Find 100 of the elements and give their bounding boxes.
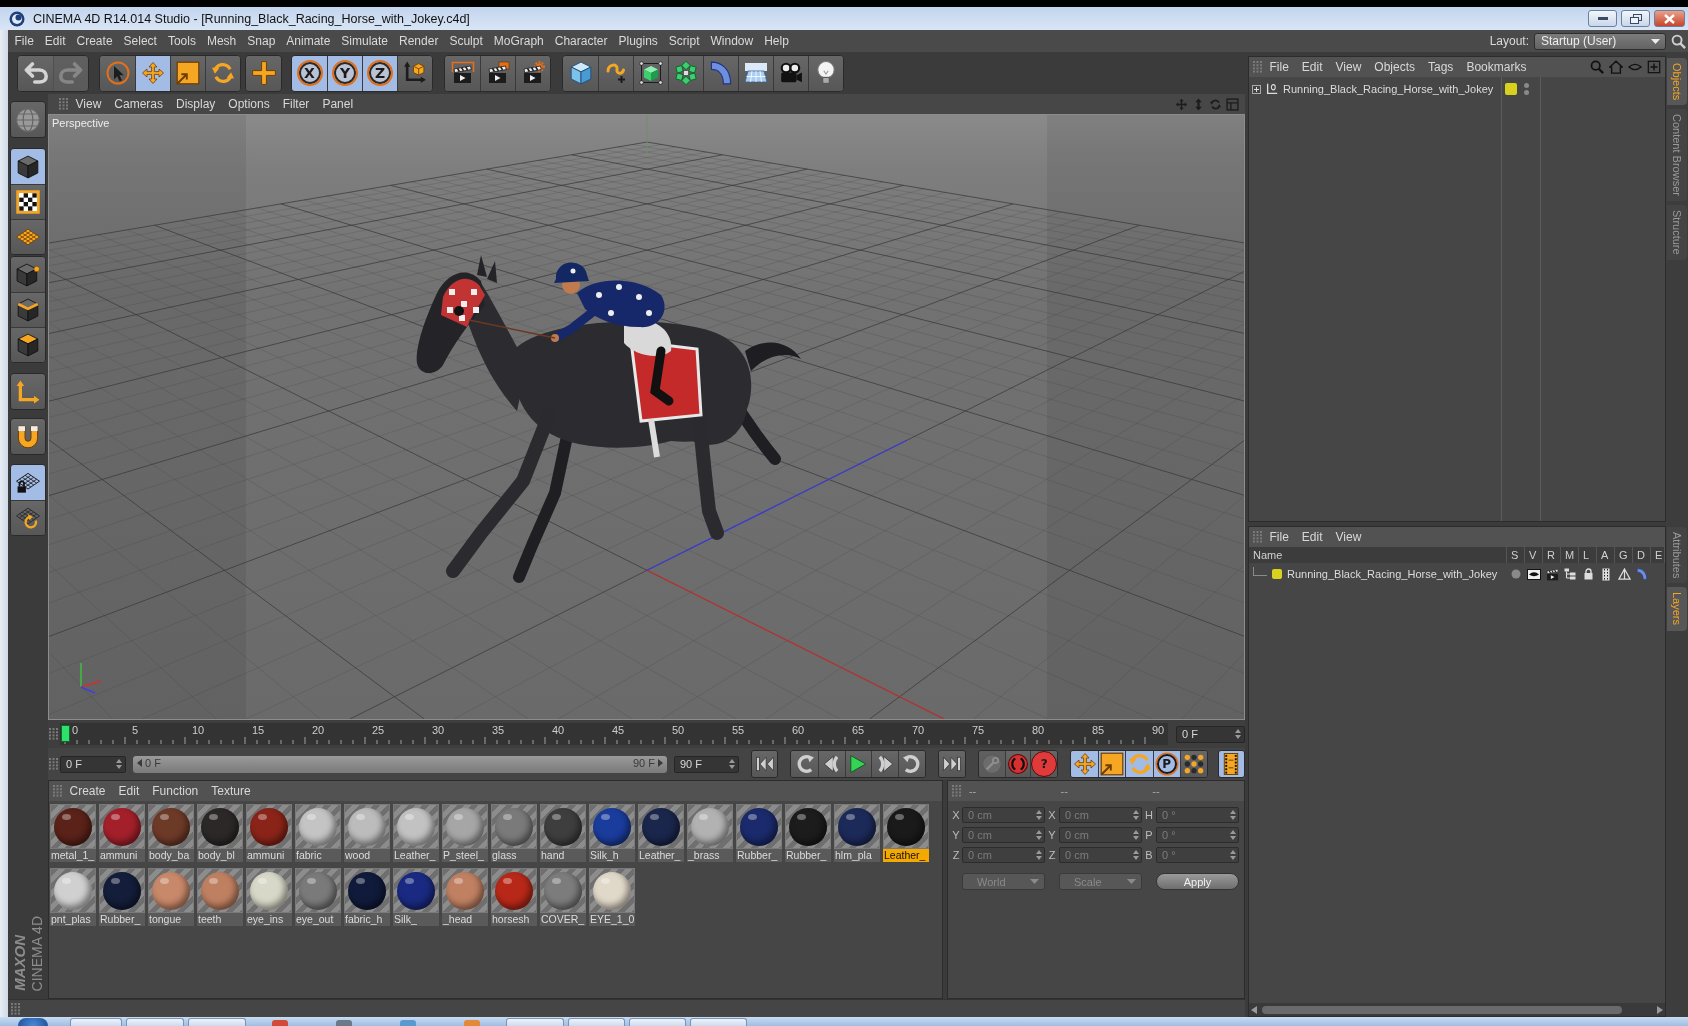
menu-item[interactable]: Texture xyxy=(204,782,258,800)
menu-item[interactable]: Function xyxy=(145,782,205,800)
next-key-button[interactable] xyxy=(898,751,925,777)
menu-item[interactable]: Help xyxy=(758,31,795,51)
menu-item[interactable]: Edit xyxy=(1295,58,1330,76)
material-name[interactable]: eye_out xyxy=(295,913,341,926)
restore-button[interactable] xyxy=(1621,10,1650,27)
pyramid-icon[interactable] xyxy=(1617,567,1631,581)
material-name[interactable]: body_ba xyxy=(148,849,194,862)
parameter-key-button[interactable]: P xyxy=(1152,751,1180,777)
taskbar-button[interactable] xyxy=(690,1018,747,1026)
material-name[interactable]: eye_ins xyxy=(246,913,292,926)
rotation-key-button[interactable] xyxy=(1125,751,1153,777)
side-tab[interactable]: Attributes xyxy=(1667,527,1687,584)
menu-item[interactable]: Options xyxy=(221,95,277,113)
menu-item[interactable]: Edit xyxy=(39,31,72,51)
menu-item[interactable]: MoGraph xyxy=(488,31,550,51)
layer-color-icon[interactable] xyxy=(1505,83,1517,95)
hierarchy-icon[interactable] xyxy=(1564,568,1576,580)
material-name[interactable]: hlm_pla xyxy=(834,849,880,862)
material-name[interactable]: _head xyxy=(442,913,488,926)
question-mark-button[interactable]: ? xyxy=(1030,751,1058,777)
menu-item[interactable]: Edit xyxy=(1295,528,1330,546)
coordinate-system-button[interactable] xyxy=(397,55,432,91)
menu-item[interactable]: Create xyxy=(63,782,113,800)
menu-item[interactable]: Simulate xyxy=(335,31,394,51)
material-name[interactable]: Rubber_ xyxy=(736,849,782,862)
start-button[interactable] xyxy=(18,1018,48,1026)
menu-item[interactable]: Plugins xyxy=(612,31,664,51)
cube-button[interactable] xyxy=(563,55,598,91)
side-tab[interactable]: Content Browser xyxy=(1667,109,1687,202)
transform-button[interactable] xyxy=(246,55,281,91)
visibility-dot-icon[interactable] xyxy=(1524,90,1529,95)
plus-box-icon[interactable] xyxy=(1647,60,1661,74)
taskbar-button[interactable] xyxy=(126,1018,184,1026)
side-tab[interactable]: Structure xyxy=(1667,205,1687,260)
menu-item[interactable]: View xyxy=(69,95,108,113)
film-strip-icon[interactable] xyxy=(1602,567,1610,581)
layout-dropdown[interactable]: Startup (User) xyxy=(1534,32,1666,50)
axis-lock-button[interactable]: X xyxy=(292,55,327,91)
snap-button[interactable] xyxy=(11,419,45,454)
pen-button[interactable] xyxy=(598,55,633,91)
axis-mode-button[interactable] xyxy=(11,374,45,409)
render-picture-viewer-button[interactable] xyxy=(480,55,515,91)
menu-item[interactable]: Mesh xyxy=(201,31,242,51)
frame-range-slider[interactable]: 0 F 90 F xyxy=(133,755,667,773)
end-frame-field[interactable]: 90 F xyxy=(674,755,739,773)
menu-item[interactable]: Edit xyxy=(112,782,146,800)
material-name[interactable]: wood xyxy=(344,849,390,862)
play-button[interactable] xyxy=(844,751,872,777)
light-button[interactable] xyxy=(808,55,843,91)
taskbar-button[interactable] xyxy=(629,1018,686,1026)
material-name[interactable]: tongue xyxy=(148,913,194,926)
taskbar-button[interactable] xyxy=(188,1018,246,1026)
scroll-right-icon[interactable] xyxy=(1657,1005,1663,1014)
menu-item[interactable]: File xyxy=(1263,528,1296,546)
menu-item[interactable]: Bookmarks xyxy=(1459,58,1533,76)
subdivision-button[interactable] xyxy=(633,55,668,91)
material-name[interactable]: Rubber_ xyxy=(99,913,145,926)
material-name[interactable]: Silk_h xyxy=(589,849,635,862)
material-name[interactable]: Leather_ xyxy=(638,849,684,862)
render-settings-button[interactable] xyxy=(515,55,550,91)
menu-item[interactable]: Character xyxy=(549,31,613,51)
material-name[interactable]: Leather_ xyxy=(883,849,929,862)
axis-lock-button[interactable]: Y xyxy=(327,55,362,91)
material-name[interactable]: COVER_ xyxy=(540,913,586,926)
menu-item[interactable]: Animate xyxy=(280,31,336,51)
record-button[interactable] xyxy=(1004,751,1031,777)
menu-item[interactable]: Objects xyxy=(1367,58,1422,76)
material-name[interactable]: glass xyxy=(491,849,537,862)
scrollbar-thumb[interactable] xyxy=(1262,1005,1622,1014)
previous-key-button[interactable] xyxy=(791,751,818,777)
menu-item[interactable]: File xyxy=(9,31,40,51)
material-name[interactable]: pnt_plas xyxy=(50,913,96,926)
menu-item[interactable]: Panel xyxy=(315,95,360,113)
material-name[interactable]: metal_1_ xyxy=(50,849,96,862)
material-name[interactable]: horsesh xyxy=(491,913,537,926)
previous-frame-button[interactable] xyxy=(817,751,845,777)
menu-item[interactable]: Sculpt xyxy=(443,31,489,51)
grid-rotate-button[interactable] xyxy=(11,500,45,535)
side-tab[interactable]: Layers xyxy=(1667,587,1687,631)
floor-button[interactable] xyxy=(738,55,773,91)
object-name[interactable]: Running_Black_Racing_Horse_with_Jokey xyxy=(1283,83,1494,95)
home-icon[interactable] xyxy=(1609,60,1623,74)
scale-button[interactable] xyxy=(170,55,205,91)
material-name[interactable]: hand xyxy=(540,849,586,862)
solo-dot-icon[interactable] xyxy=(1511,569,1521,579)
menu-item[interactable]: Filter xyxy=(276,95,316,113)
scroll-left-icon[interactable] xyxy=(1251,1005,1257,1014)
material-name[interactable]: fabric_h xyxy=(344,913,390,926)
layer-name[interactable]: Running_Black_Racing_Horse_with_Jokey xyxy=(1287,568,1498,580)
menu-item[interactable]: Cameras xyxy=(107,95,170,113)
material-name[interactable]: Silk_ xyxy=(393,913,439,926)
side-tab[interactable]: Objects xyxy=(1667,58,1687,106)
material-name[interactable]: body_bl xyxy=(197,849,243,862)
menu-item[interactable]: View xyxy=(1329,58,1368,76)
menu-item[interactable]: Tools xyxy=(162,31,202,51)
menu-item[interactable]: File xyxy=(1263,58,1296,76)
material-name[interactable]: EYE_1_0 xyxy=(589,913,635,926)
polygons-mode-button[interactable] xyxy=(11,327,45,362)
